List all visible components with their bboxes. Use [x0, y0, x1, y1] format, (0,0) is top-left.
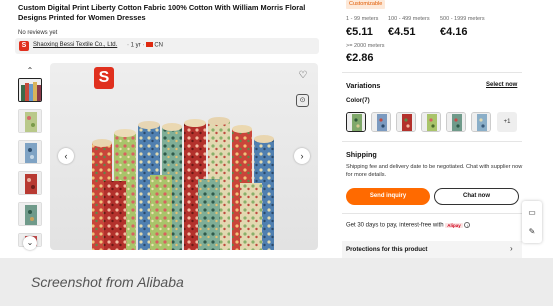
color-swatch-6[interactable] — [471, 112, 491, 132]
shipping-title: Shipping — [346, 150, 377, 159]
protections-title: Protections for this product — [346, 246, 428, 253]
chevron-left-icon[interactable]: ‹ — [58, 148, 74, 164]
brand-badge: S — [94, 67, 114, 89]
purchase-panel: Customizable 1 - 99 meters €5.11 100 - 4… — [332, 0, 527, 258]
color-swatch-4[interactable] — [421, 112, 441, 132]
divider — [342, 213, 522, 214]
customizable-badge: Customizable — [346, 0, 386, 9]
alipay-logo: Alipay — [445, 222, 463, 228]
tier-3-range: 500 - 1999 meters — [440, 16, 485, 22]
chevron-right-icon: › — [510, 244, 513, 253]
floating-toolbar: ▭ ✎ — [522, 201, 542, 243]
divider — [342, 141, 522, 142]
thumbnail-2[interactable] — [18, 109, 42, 133]
thumb-up-chevron-icon[interactable]: ⌃ — [23, 65, 37, 77]
supplier-years: · 1 yr · — [127, 42, 145, 49]
tier-4-range: >= 2000 meters — [346, 43, 385, 49]
china-flag-icon — [146, 42, 154, 47]
review-count: No reviews yet — [18, 30, 58, 36]
chevron-right-icon[interactable]: › — [294, 148, 310, 164]
supplier-country: CN — [154, 42, 164, 49]
tier-4-price: €2.86 — [346, 52, 374, 64]
color-swatch-3[interactable] — [396, 112, 416, 132]
supplier-logo: S — [19, 41, 29, 51]
thumbnail-5[interactable] — [18, 202, 42, 226]
payment-text: Get 30 days to pay, interest-free with — [346, 222, 444, 229]
payment-terms: Get 30 days to pay, interest-free with A… — [346, 222, 471, 229]
feedback-icon[interactable]: ✎ — [526, 226, 538, 238]
thumbnail-4[interactable] — [18, 171, 42, 195]
caption-area: Screenshot from Alibaba — [0, 258, 553, 306]
protections-row[interactable]: Protections for this product › — [342, 241, 522, 258]
heart-icon[interactable]: ♡ — [296, 69, 310, 83]
main-product-image: S ♡ ⊙ ‹ › — [50, 63, 318, 250]
supplier-name-link[interactable]: Shaoxing Bessi Textile Co., Ltd. — [33, 42, 117, 48]
message-icon[interactable]: ▭ — [526, 207, 538, 219]
screenshot-caption: Screenshot from Alibaba — [31, 274, 184, 290]
color-swatch-5[interactable] — [446, 112, 466, 132]
send-inquiry-button[interactable]: Send inquiry — [346, 188, 430, 205]
supplier-bar: S Shaoxing Bessi Textile Co., Ltd. · 1 y… — [15, 38, 319, 54]
image-search-icon[interactable]: ⊙ — [296, 94, 309, 107]
tier-2-price: €4.51 — [388, 26, 416, 38]
variations-title: Variations — [346, 81, 381, 90]
product-title: Custom Digital Print Liberty Cotton Fabr… — [18, 3, 306, 22]
thumbnail-strip: ⌃ ⌄ — [17, 62, 43, 252]
thumbnail-1[interactable] — [18, 78, 42, 102]
color-swatch-2[interactable] — [371, 112, 391, 132]
thumbnail-3[interactable] — [18, 140, 42, 164]
divider — [342, 72, 522, 73]
select-now-link[interactable]: Select now — [486, 82, 517, 88]
product-page: Custom Digital Print Liberty Cotton Fabr… — [0, 0, 553, 258]
supplier-meta: · 1 yr · CN — [127, 42, 163, 48]
thumb-down-chevron-icon[interactable]: ⌄ — [23, 236, 37, 250]
tier-3-price: €4.16 — [440, 26, 468, 38]
chat-now-button[interactable]: Chat now — [434, 188, 519, 205]
shipping-text: Shipping fee and delivery date to be neg… — [346, 164, 523, 178]
tier-1-price: €5.11 — [346, 26, 373, 38]
tier-2-range: 100 - 499 meters — [388, 16, 430, 22]
color-swatch-1[interactable] — [346, 112, 366, 132]
fabric-rolls-illustration — [92, 117, 274, 250]
color-label: Color(7) — [346, 97, 370, 104]
more-colors-button[interactable]: +1 — [497, 112, 517, 132]
tier-1-range: 1 - 99 meters — [346, 16, 379, 22]
info-icon[interactable]: i — [464, 222, 471, 228]
